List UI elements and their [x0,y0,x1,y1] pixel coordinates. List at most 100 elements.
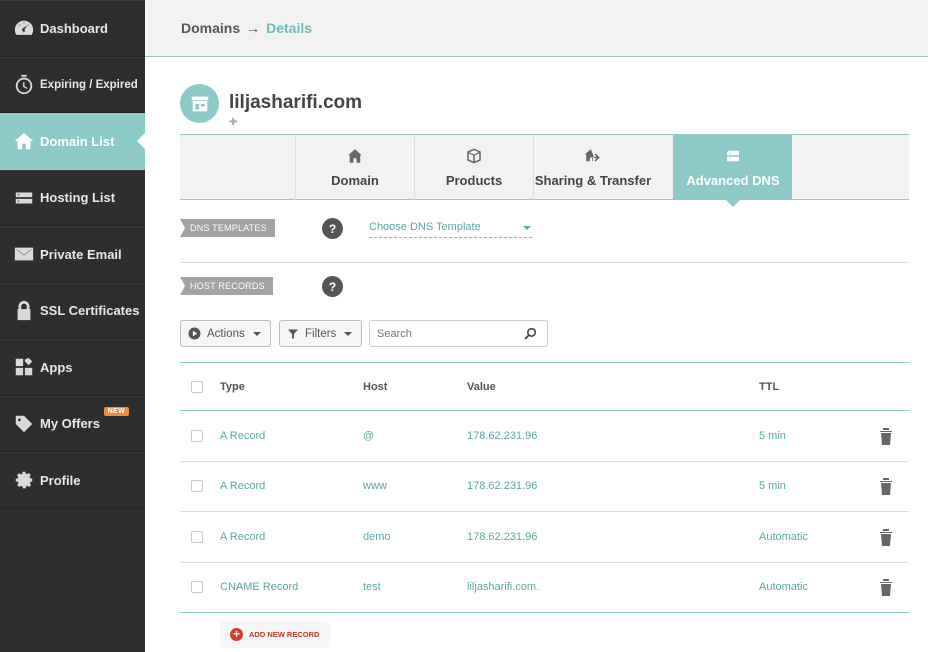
trash-icon[interactable] [879,528,893,549]
header-value[interactable]: Value [467,381,496,393]
record-ttl[interactable]: Automatic [759,581,808,593]
record-value[interactable]: liljasharifi.com. [467,581,539,593]
record-value[interactable]: 178.62.231.96 [467,480,537,492]
table-row[interactable]: A Record demo 178.62.231.96 Automatic [180,512,909,563]
breadcrumb: Domains → Details [145,0,928,57]
actions-label: Actions [207,327,245,340]
add-new-record-button[interactable]: + ADD NEW RECORD [220,621,330,648]
table-header: Type Host Value TTL [180,363,909,411]
sidebar-item-label: Expiring / Expired [40,78,138,91]
record-value[interactable]: 178.62.231.96 [467,531,537,543]
host-records-label: HOST RECORDS [180,277,273,295]
help-icon[interactable]: ? [322,218,343,239]
sidebar-item-label: Profile [40,472,81,488]
header-type[interactable]: Type [220,381,245,393]
breadcrumb-separator: → [246,20,261,36]
dns-templates-label: DNS TEMPLATES [180,219,275,237]
tab-label: Sharing & Transfer [534,173,652,188]
lock-icon [12,299,36,323]
speedometer-icon [12,16,36,40]
dns-template-select[interactable]: Choose DNS Template [369,221,532,238]
help-icon[interactable]: ? [322,276,343,297]
domain-name: liljasharifi.com [229,91,363,113]
chevron-down-icon [523,226,531,230]
tag-icon [12,412,36,436]
sidebar-item-label: Dashboard [40,20,108,36]
trash-icon[interactable] [879,578,893,599]
dns-template-value: Choose DNS Template [369,221,481,233]
tab-label: Advanced DNS [686,173,780,188]
table-row[interactable]: CNAME Record test liljasharifi.com. Auto… [180,563,909,613]
sidebar-item-hosting-list[interactable]: Hosting List [0,169,145,226]
record-type[interactable]: A Record [220,480,265,492]
tab-advanced-dns[interactable]: Advanced DNS [673,135,792,207]
chevron-down-icon [344,331,353,336]
timer-icon [12,73,36,97]
search-field [369,320,548,347]
sidebar-item-ssl[interactable]: SSL Certificates [0,282,145,339]
sidebar: Dashboard Expiring / Expired Domain List… [0,0,145,652]
record-ttl[interactable]: 5 min [759,430,786,442]
sidebar-item-label: SSL Certificates [40,303,140,319]
home-icon [346,147,364,165]
actions-button[interactable]: Actions [180,320,271,347]
gear-icon [12,468,36,492]
row-checkbox[interactable] [191,581,203,594]
add-tag-icon[interactable]: ✚ [229,117,237,128]
sidebar-item-label: Apps [40,359,73,375]
sidebar-item-domain-list[interactable]: Domain List [0,113,145,170]
domain-header: liljasharifi.com [180,84,362,123]
server-icon [12,186,36,210]
tab-products[interactable]: Products [414,135,533,200]
domain-tabs: Domain Products Sharing & Transfer Advan… [180,134,909,207]
tab-domain[interactable]: Domain [295,135,414,200]
select-all-checkbox[interactable] [191,380,203,393]
header-host[interactable]: Host [363,381,387,393]
store-icon [180,84,219,123]
sidebar-item-my-offers[interactable]: My Offers NEW [0,395,145,452]
record-ttl[interactable]: Automatic [759,531,808,543]
new-badge: NEW [103,406,129,416]
record-type[interactable]: CNAME Record [220,581,298,593]
sidebar-item-label: Hosting List [40,190,116,206]
chevron-down-icon [252,331,261,336]
record-host[interactable]: test [363,581,381,593]
sidebar-item-label: Domain List [40,133,115,149]
box-icon [465,147,483,165]
record-value[interactable]: 178.62.231.96 [467,430,537,442]
row-checkbox[interactable] [191,530,203,543]
filters-button[interactable]: Filters [279,320,362,347]
record-type[interactable]: A Record [220,430,265,442]
sidebar-item-private-email[interactable]: Private Email [0,226,145,283]
row-checkbox[interactable] [191,480,203,493]
sidebar-item-dashboard[interactable]: Dashboard [0,0,145,57]
plus-icon: + [230,628,243,641]
record-host[interactable]: demo [363,531,391,543]
search-input[interactable] [377,327,517,340]
apps-icon [12,355,36,379]
tab-label: Domain [331,173,379,188]
add-new-record-label: ADD NEW RECORD [249,630,320,639]
envelope-icon [12,242,36,266]
record-host[interactable]: www [363,480,387,492]
table-row[interactable]: A Record @ 178.62.231.96 5 min [180,411,909,462]
transfer-icon [584,147,602,165]
tab-label: Products [445,173,503,188]
breadcrumb-root[interactable]: Domains [181,20,240,36]
sidebar-item-apps[interactable]: Apps [0,339,145,396]
tab-sharing-transfer[interactable]: Sharing & Transfer [533,135,652,200]
record-type[interactable]: A Record [220,531,265,543]
search-icon[interactable] [524,327,537,343]
trash-icon[interactable] [879,427,893,448]
sidebar-item-expiring[interactable]: Expiring / Expired [0,56,145,113]
sidebar-item-profile[interactable]: Profile [0,452,145,509]
trash-icon[interactable] [879,477,893,498]
filter-icon [287,328,299,340]
divider [180,262,909,263]
row-checkbox[interactable] [191,429,203,442]
record-ttl[interactable]: 5 min [759,480,786,492]
table-row[interactable]: A Record www 178.62.231.96 5 min [180,462,909,512]
host-records-table: Type Host Value TTL A Record @ 178.62.23… [180,362,909,613]
record-host[interactable]: @ [363,430,374,442]
header-ttl[interactable]: TTL [759,381,779,393]
